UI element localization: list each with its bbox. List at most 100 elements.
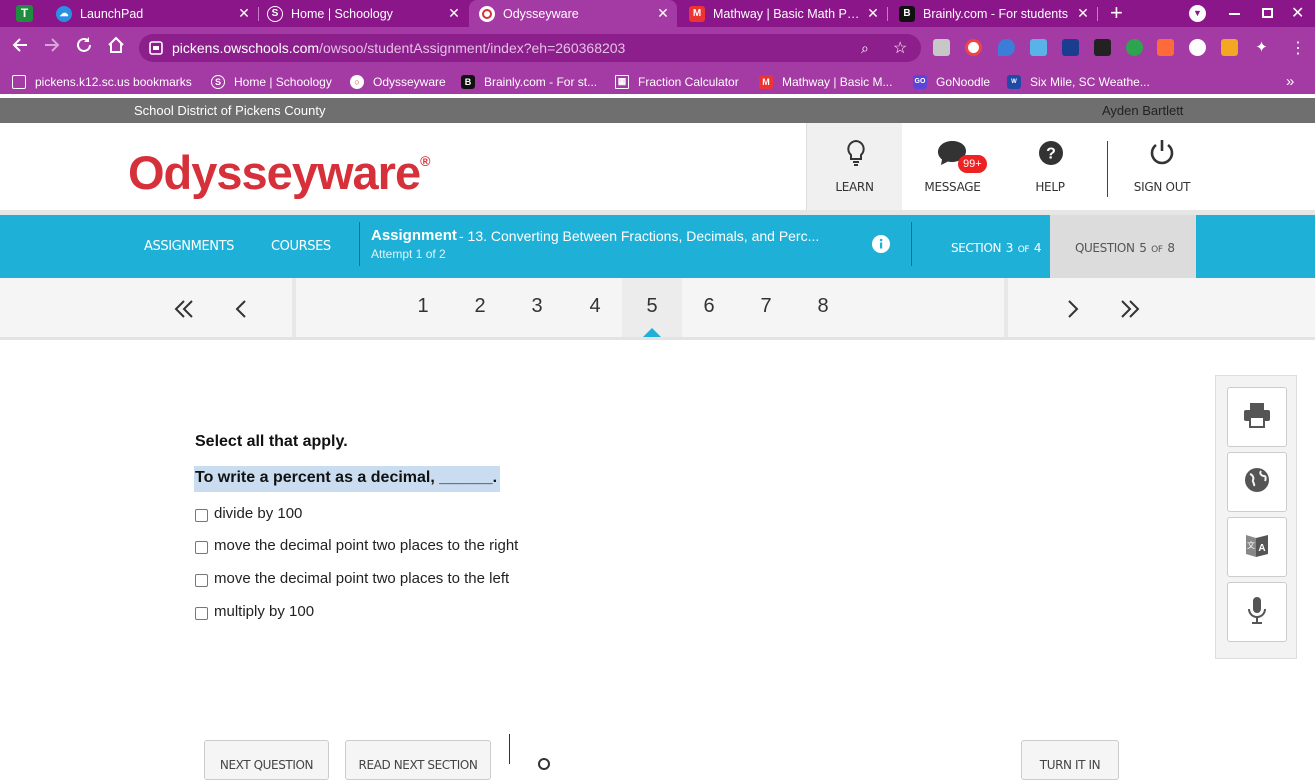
close-icon[interactable]: ✕ <box>1075 5 1091 22</box>
answer-option[interactable]: multiply by 100 <box>195 603 314 620</box>
tab-launchpad[interactable]: ☁ LaunchPad ✕ <box>56 0 252 27</box>
mathway-icon: M <box>759 74 773 89</box>
question-total: 8 <box>1167 241 1175 255</box>
user-name[interactable]: Ayden Bartlett <box>1102 103 1183 118</box>
puzzle-extensions-icon[interactable]: ✦ <box>1253 39 1270 56</box>
close-icon[interactable]: ✕ <box>236 5 252 22</box>
next-question-icon[interactable] <box>1066 299 1080 324</box>
sign-out-button[interactable]: SIGN OUT <box>1115 123 1209 210</box>
question-number-2[interactable]: 2 <box>465 295 495 318</box>
forward-arrow-icon[interactable] <box>40 36 64 61</box>
message-button[interactable]: 99+ MESSAGE <box>905 123 1000 210</box>
close-icon[interactable]: ✕ <box>655 5 671 22</box>
answer-label: move the decimal point two places to the… <box>214 537 519 554</box>
answer-option[interactable]: move the decimal point two places to the… <box>195 537 518 554</box>
district-name: School District of Pickens County <box>134 103 326 118</box>
answer-label: multiply by 100 <box>214 603 315 620</box>
extension-icon[interactable] <box>1221 39 1238 56</box>
site-info-icon[interactable] <box>149 41 163 55</box>
question-number-3[interactable]: 3 <box>522 295 552 318</box>
question-number-8[interactable]: 8 <box>808 295 838 318</box>
help-button[interactable]: ? HELP <box>1002 123 1098 210</box>
section-total: 4 <box>1033 241 1042 255</box>
question-number-4[interactable]: 4 <box>580 295 610 318</box>
next-question-button[interactable]: NEXT QUESTION <box>204 740 329 780</box>
bookmark-folder[interactable]: pickens.k12.sc.us bookmarks <box>12 69 192 94</box>
bookmark-item[interactable]: ▦ Fraction Calculator <box>615 69 739 94</box>
extension-icon[interactable] <box>965 39 982 56</box>
previous-question-icon[interactable] <box>234 299 248 324</box>
assignments-link[interactable]: ASSIGNMENTS <box>144 239 234 254</box>
tab-odysseyware[interactable]: Odysseyware ✕ <box>469 0 677 27</box>
question-number-1[interactable]: 1 <box>408 295 438 318</box>
answer-option[interactable]: move the decimal point two places to the… <box>195 570 509 587</box>
extension-icon[interactable] <box>1189 39 1206 56</box>
weather-icon: W <box>1007 74 1021 89</box>
browser-menu-icon[interactable]: ⋮ <box>1290 38 1306 58</box>
bookmark-item[interactable]: W Six Mile, SC Weathe... <box>1007 69 1150 94</box>
extension-icon[interactable] <box>1062 39 1079 56</box>
address-bar[interactable]: pickens.owschools.com/owsoo/studentAssig… <box>139 34 921 62</box>
maximize-icon[interactable] <box>1262 8 1273 18</box>
microphone-button[interactable] <box>1227 582 1287 642</box>
microphone-icon <box>1247 596 1267 629</box>
bookmark-item[interactable]: B Brainly.com - For st... <box>461 69 597 94</box>
assignment-title: - 13. Converting Between Fractions, Deci… <box>459 228 820 244</box>
bookmark-item[interactable]: GO GoNoodle <box>913 69 990 94</box>
info-icon[interactable] <box>872 235 890 258</box>
answer-checkbox[interactable] <box>195 606 208 620</box>
extension-icon[interactable] <box>933 39 950 56</box>
url-path: /owsoo/studentAssignment/index?eh=260368… <box>319 40 626 56</box>
reload-icon[interactable] <box>72 36 96 61</box>
calculator-icon: ▦ <box>615 74 629 89</box>
tab-title: Odysseyware <box>503 6 579 21</box>
learn-button[interactable]: LEARN <box>806 123 902 210</box>
tab-search-icon[interactable]: T <box>16 5 33 22</box>
minimize-icon[interactable] <box>1229 13 1240 15</box>
tab-title: Home | Schoology <box>291 6 393 21</box>
question-number-6[interactable]: 6 <box>694 295 724 318</box>
bookmark-label: GoNoodle <box>936 74 991 89</box>
globe-button[interactable] <box>1227 452 1287 512</box>
extension-icon[interactable] <box>1157 39 1174 56</box>
odysseyware-logo[interactable]: Odysseyware® <box>128 145 430 200</box>
instruction-text: Select all that apply. <box>195 433 348 450</box>
first-question-icon[interactable] <box>174 299 194 324</box>
answer-checkbox[interactable] <box>195 508 208 522</box>
read-next-section-button[interactable]: READ NEXT SECTION <box>345 740 491 780</box>
close-icon[interactable]: ✕ <box>865 5 881 22</box>
new-tab-plus-icon[interactable]: + <box>1110 2 1123 24</box>
courses-link[interactable]: COURSES <box>271 239 331 254</box>
translate-button[interactable]: A文 <box>1227 517 1287 577</box>
tab-search-dropdown-icon[interactable]: ▼ <box>1189 5 1206 22</box>
answer-option[interactable]: divide by 100 <box>195 505 302 522</box>
bookmark-item[interactable]: M Mathway | Basic M... <box>759 69 892 94</box>
bookmarks-overflow-icon[interactable]: » <box>1286 69 1294 94</box>
last-question-icon[interactable] <box>1120 299 1140 324</box>
extension-icon[interactable] <box>1126 39 1143 56</box>
question-number: 5 <box>1139 241 1147 255</box>
close-icon[interactable]: ✕ <box>446 5 462 22</box>
extension-icon[interactable] <box>1030 39 1047 56</box>
extension-icon[interactable] <box>998 39 1015 56</box>
bookmark-label: Brainly.com - For st... <box>484 74 598 89</box>
bookmark-star-icon[interactable]: ☆ <box>893 38 907 58</box>
answer-checkbox[interactable] <box>195 573 208 587</box>
tab-brainly[interactable]: B Brainly.com - For students ✕ <box>899 0 1091 27</box>
district-bar: School District of Pickens County Ayden … <box>0 98 1315 123</box>
header-divider <box>1107 141 1108 197</box>
answer-checkbox[interactable] <box>195 540 208 554</box>
tab-schoology[interactable]: S Home | Schoology ✕ <box>267 0 462 27</box>
home-icon[interactable] <box>104 36 128 61</box>
bookmark-item[interactable]: ○ Odysseyware <box>350 69 446 94</box>
print-button[interactable] <box>1227 387 1287 447</box>
extension-icon[interactable] <box>1094 39 1111 56</box>
question-number-7[interactable]: 7 <box>751 295 781 318</box>
tab-mathway[interactable]: M Mathway | Basic Math Prob ✕ <box>689 0 881 27</box>
bookmark-item[interactable]: S Home | Schoology <box>211 69 332 94</box>
back-arrow-icon[interactable] <box>8 36 32 61</box>
window-close-icon[interactable]: ✕ <box>1291 3 1304 23</box>
zoom-icon[interactable]: ⌕ <box>861 40 869 57</box>
turn-it-in-button[interactable]: TURN IT IN <box>1021 740 1119 780</box>
question-number-5[interactable]: 5 <box>637 295 667 318</box>
